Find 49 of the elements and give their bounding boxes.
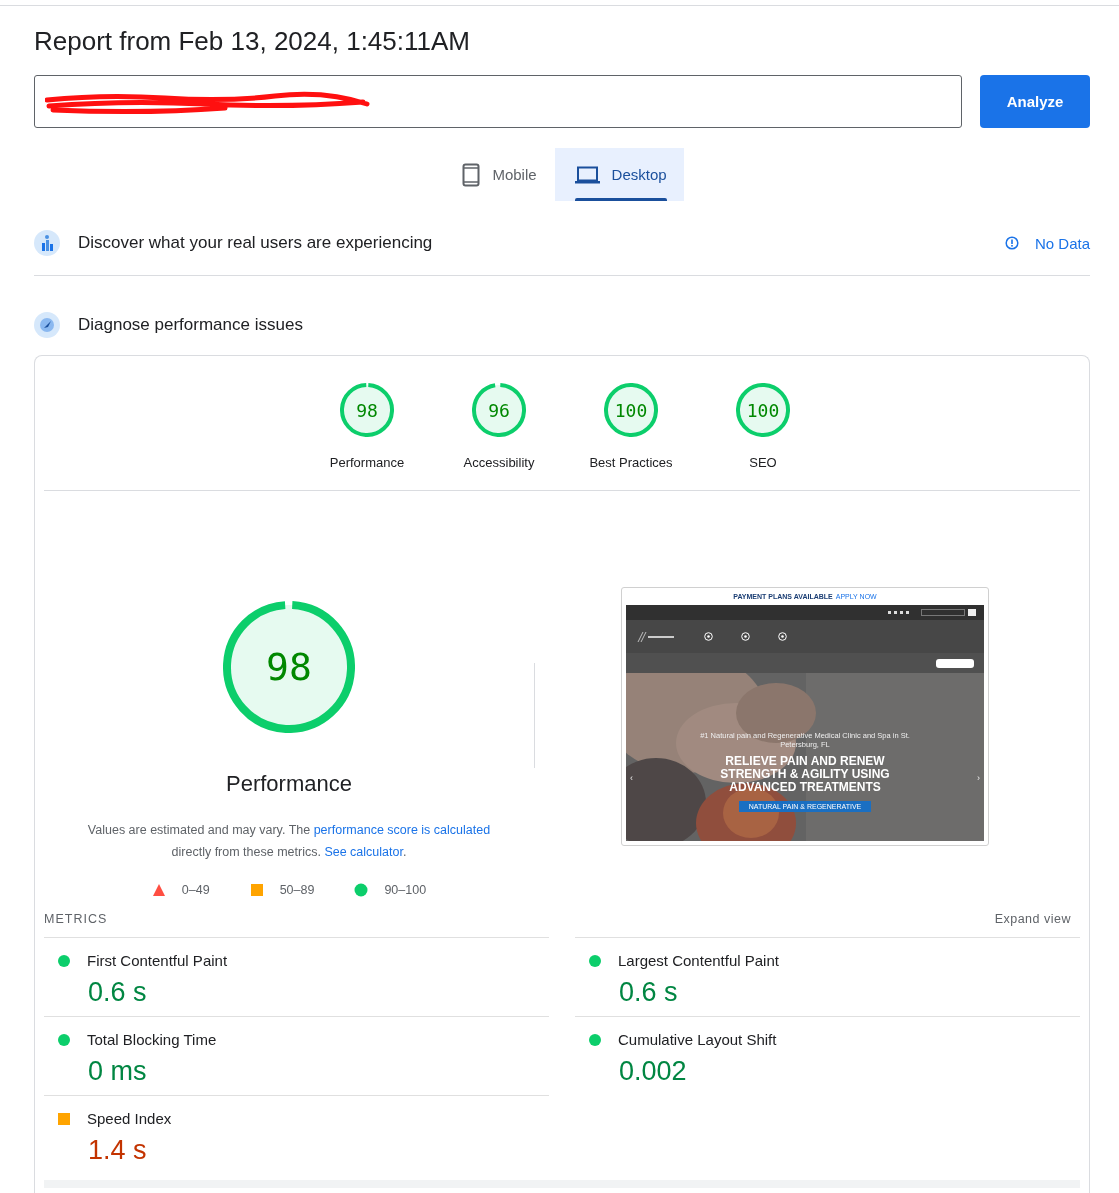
calculator-link[interactable]: See calculator [324, 845, 403, 859]
analyze-button[interactable]: Analyze [980, 75, 1090, 128]
metric-value: 0.6 s [619, 977, 678, 1008]
laptop-icon [574, 165, 600, 184]
category-label: SEO [749, 455, 777, 470]
metric-name: Total Blocking Time [87, 1031, 217, 1048]
score-value: 96 [488, 399, 510, 421]
section-title: Discover what your real users are experiencing [78, 233, 434, 253]
metric-value: 1.4 s [88, 1135, 147, 1166]
category-label: Performance [226, 771, 352, 797]
site-logo-icon [636, 630, 676, 643]
device-tab[interactable]: Desktop [554, 148, 684, 201]
score-value: 98 [266, 645, 312, 689]
score-value: 100 [746, 399, 780, 421]
url-field[interactable] [34, 75, 962, 128]
range-label: 90–100 [384, 883, 427, 897]
category-label: Accessibility [463, 455, 535, 470]
metric-value: 0.6 s [88, 977, 147, 1008]
section-title: Diagnose performance issues [78, 315, 304, 335]
metric-name: Cumulative Layout Shift [618, 1031, 777, 1048]
metrics-heading: METRICS [44, 912, 108, 926]
score-value: 100 [614, 399, 648, 421]
expand-view-link[interactable]: Expand view [994, 912, 1071, 926]
contact-icon [741, 632, 750, 641]
next-slide-icon: › [977, 773, 980, 783]
range-label: 50–89 [279, 883, 315, 897]
score-value: 98 [356, 399, 378, 421]
chart-badge-icon [34, 230, 60, 256]
device-tab[interactable]: Mobile [452, 148, 555, 201]
metric-name: Speed Index [87, 1110, 172, 1127]
social-icons-drawing [888, 610, 912, 615]
category-label: Performance [329, 455, 405, 470]
metric-value: 0.002 [619, 1056, 687, 1087]
metric-name: First Contentful Paint [87, 952, 228, 969]
previous-slide-icon: ‹ [630, 773, 633, 783]
range-label: 0–49 [181, 883, 210, 897]
metric-name: Largest Contentful Paint [618, 952, 779, 969]
score-note: Values are estimated and may vary. The performance score is calculated directly from these metrics. See calculator. [86, 822, 492, 861]
hero-headline: RELIEVE PAIN AND RENEW STRENGTH & AGILITY USING ADVANCED TREATMENTS [719, 755, 891, 795]
gauge-badge-icon [34, 312, 60, 338]
score-calculation-link[interactable]: performance score is calculated [313, 823, 491, 837]
info-icon [1004, 236, 1019, 250]
no-data-status: No Data [1034, 234, 1090, 252]
phone-icon [462, 162, 481, 187]
report-title: Report from Feb 13, 2024, 1:45:11AM [34, 26, 471, 56]
contact-icon [778, 632, 787, 641]
metric-value: 0 ms [88, 1056, 147, 1087]
category-label: Best Practices [589, 455, 673, 470]
contact-icon [704, 632, 713, 641]
